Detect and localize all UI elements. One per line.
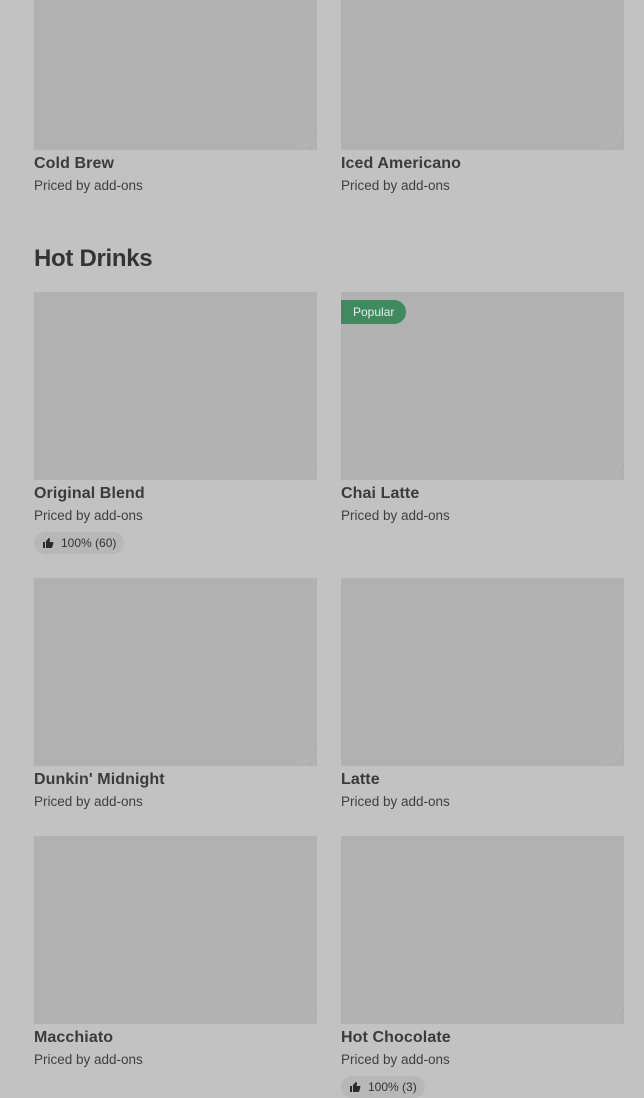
thumbs-up-icon (350, 1081, 361, 1092)
image-corner-decoration (298, 131, 313, 146)
section-title: Hot Drinks (34, 245, 153, 272)
menu-item-card[interactable]: Iced Americano Priced by add-ons (341, 0, 624, 195)
item-image-placeholder[interactable] (34, 836, 317, 1024)
item-price: Priced by add-ons (34, 178, 143, 193)
rating-text: 100% (60) (61, 536, 117, 550)
item-name: Dunkin' Midnight (34, 771, 165, 788)
popular-badge: Popular (341, 300, 407, 324)
item-price: Priced by add-ons (341, 794, 450, 809)
rating-text: 100% (3) (368, 1080, 417, 1094)
item-image-placeholder[interactable] (341, 578, 624, 766)
menu-item-card[interactable]: Dunkin' Midnight Priced by add-ons (34, 578, 317, 811)
item-image-placeholder[interactable] (34, 578, 317, 766)
item-name: Cold Brew (34, 155, 115, 172)
menu-item-card[interactable]: Cold Brew Priced by add-ons (34, 0, 317, 195)
item-name: Macchiato (34, 1029, 114, 1046)
item-image-placeholder[interactable] (34, 0, 317, 150)
item-image-placeholder[interactable]: Popular (341, 292, 624, 480)
item-name: Latte (341, 771, 380, 788)
image-corner-decoration (298, 1005, 313, 1020)
item-price: Priced by add-ons (341, 1052, 450, 1067)
item-image-placeholder[interactable] (341, 0, 624, 150)
item-name: Chai Latte (341, 485, 420, 502)
menu-item-card[interactable]: Hot Chocolate Priced by add-ons 100% (3) (341, 836, 624, 1098)
image-corner-decoration (298, 747, 313, 762)
image-corner-decoration (605, 747, 620, 762)
item-price: Priced by add-ons (34, 794, 143, 809)
item-image-placeholder[interactable] (341, 836, 624, 1024)
menu-item-card[interactable]: Original Blend Priced by add-ons 100% (6… (34, 292, 317, 554)
thumbs-up-icon (43, 537, 54, 548)
image-corner-decoration (605, 1005, 620, 1020)
item-name: Original Blend (34, 485, 145, 502)
item-price: Priced by add-ons (341, 178, 450, 193)
menu-item-card[interactable]: Macchiato Priced by add-ons (34, 836, 317, 1069)
menu-item-card[interactable]: Popular Chai Latte Priced by add-ons (341, 292, 624, 525)
image-corner-decoration (298, 461, 313, 476)
item-image-placeholder[interactable] (34, 292, 317, 480)
image-corner-decoration (605, 131, 620, 146)
item-name: Hot Chocolate (341, 1029, 451, 1046)
item-price: Priced by add-ons (341, 508, 450, 523)
image-corner-decoration (605, 461, 620, 476)
rating-pill: 100% (60) (34, 532, 125, 554)
menu-item-card[interactable]: Latte Priced by add-ons (341, 578, 624, 811)
rating-pill: 100% (3) (341, 1076, 425, 1098)
item-price: Priced by add-ons (34, 1052, 143, 1067)
item-price: Priced by add-ons (34, 508, 143, 523)
item-name: Iced Americano (341, 155, 461, 172)
